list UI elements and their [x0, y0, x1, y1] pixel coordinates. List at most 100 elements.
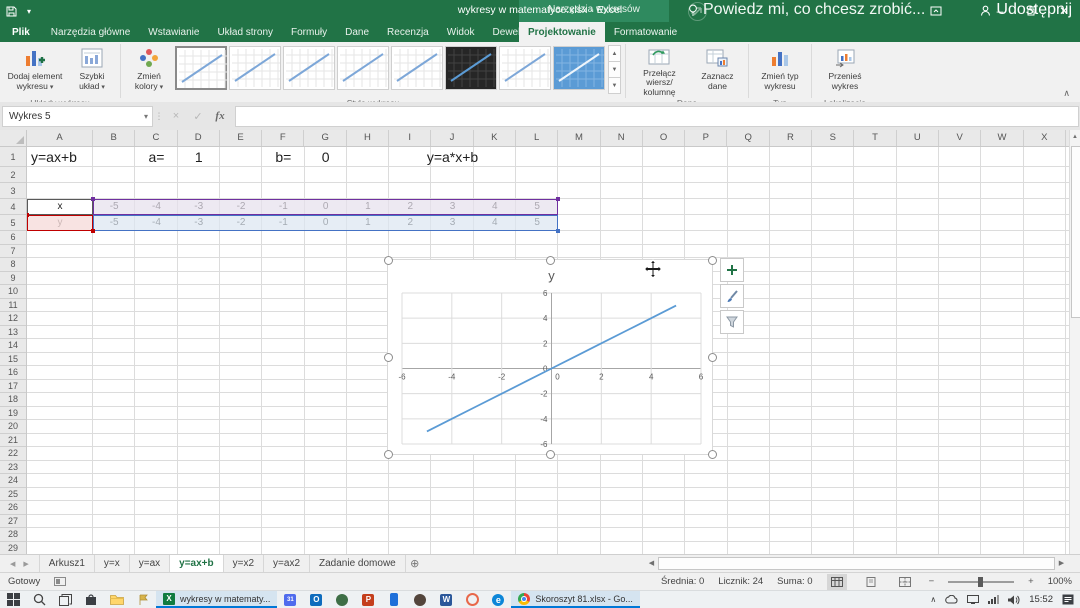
zoom-in-button[interactable]: + [1028, 576, 1034, 587]
chart-style-thumbnail-6[interactable] [445, 46, 497, 90]
onedrive-cloud-icon[interactable] [945, 595, 958, 604]
sheet-nav-right-icon[interactable]: ▶ [23, 560, 28, 568]
cell-A1[interactable]: y=ax+b [31, 148, 77, 166]
tab-projektowanie[interactable]: Projektowanie [519, 22, 605, 42]
chart-selection-handle[interactable] [708, 450, 717, 459]
column-header-N[interactable]: N [601, 130, 643, 146]
sheet-tab-y-ax2[interactable]: y=ax2 [264, 555, 310, 572]
range-handle[interactable] [27, 213, 29, 217]
scroll-right-icon[interactable]: ▶ [1055, 559, 1068, 567]
chart-elements-button[interactable] [720, 258, 744, 282]
sticky-notes-icon[interactable]: 31 [277, 591, 303, 608]
gallery-down-button[interactable]: ▼ [608, 61, 621, 78]
sheet-nav-left-icon[interactable]: ◀ [10, 560, 15, 568]
column-header-D[interactable]: D [178, 130, 220, 146]
select-data-button[interactable]: Zaznacz dane [691, 45, 744, 97]
name-box-caret-icon[interactable]: ▾ [144, 112, 148, 121]
chart-style-thumbnail-8[interactable] [553, 46, 605, 90]
chart-style-thumbnail-4[interactable] [337, 46, 389, 90]
row-header-12[interactable]: 12 [0, 312, 26, 326]
sheet-tab-y-ax-b[interactable]: y=ax+b [170, 555, 223, 572]
gallery-more-button[interactable]: ▼ [608, 77, 621, 94]
column-headers[interactable]: ABCDEFGHIJKLMNOPQRSTUVWX [27, 130, 1069, 147]
search-icon[interactable] [26, 591, 52, 608]
column-header-P[interactable]: P [685, 130, 727, 146]
chart-selection-handle[interactable] [384, 256, 393, 265]
chart-style-thumbnail-2[interactable] [229, 46, 281, 90]
sheet-tab-y-x2[interactable]: y=x2 [224, 555, 264, 572]
normal-view-button[interactable] [827, 574, 847, 590]
range-handle[interactable] [91, 229, 95, 233]
row-header-19[interactable]: 19 [0, 407, 26, 421]
row-header-29[interactable]: 29 [0, 542, 26, 555]
chart-filters-button[interactable] [720, 310, 744, 334]
name-box[interactable]: Wykres 5 ▾ [2, 106, 153, 127]
page-layout-view-button[interactable] [861, 574, 881, 590]
tab-widok[interactable]: Widok [438, 22, 484, 42]
chart-style-thumbnail-1[interactable] [175, 46, 227, 90]
column-header-S[interactable]: S [812, 130, 854, 146]
outlook-icon[interactable]: O [303, 591, 329, 608]
switch-row-column-button[interactable]: Przełącz wiersz/ kolumnę [630, 45, 689, 97]
column-header-C[interactable]: C [135, 130, 177, 146]
column-header-X[interactable]: X [1024, 130, 1066, 146]
sheet-nav[interactable]: ◀ ▶ [0, 555, 39, 572]
horizontal-scroll-thumb[interactable] [658, 557, 1055, 570]
pinned-app-icon[interactable] [130, 591, 156, 608]
chart-object[interactable]: -6-4-20246-6-4-20246y [387, 259, 713, 455]
column-header-M[interactable]: M [558, 130, 600, 146]
column-header-G[interactable]: G [305, 130, 347, 146]
row-header-15[interactable]: 15 [0, 353, 26, 367]
row-header-20[interactable]: 20 [0, 420, 26, 434]
row-headers[interactable]: 1234567891011121314151617181920212223242… [0, 147, 27, 554]
cell-J1[interactable]: y=a*x+b [401, 148, 503, 166]
column-header-F[interactable]: F [262, 130, 304, 146]
chart-style-thumbnail-3[interactable] [283, 46, 335, 90]
chart-selection-handle[interactable] [708, 256, 717, 265]
formula-input[interactable] [235, 106, 1079, 127]
taskbar-window-excel[interactable]: X wykresy w matematy... [156, 591, 277, 608]
row-header-14[interactable]: 14 [0, 339, 26, 353]
tab-narzędzia-główne[interactable]: Narzędzia główne [42, 22, 140, 42]
hidden-icons-chevron[interactable]: ∧ [930, 595, 936, 604]
volume-icon[interactable] [1008, 595, 1020, 605]
file-explorer-icon[interactable] [104, 591, 130, 608]
row-header-11[interactable]: 11 [0, 299, 26, 313]
row-header-4[interactable]: 4 [0, 199, 26, 215]
sheet-tab-arkusz1[interactable]: Arkusz1 [39, 555, 95, 572]
row-header-28[interactable]: 28 [0, 528, 26, 542]
display-icon[interactable] [967, 595, 979, 604]
column-header-V[interactable]: V [939, 130, 981, 146]
cell-grid[interactable]: -6-4-20246-6-4-20246y y=ax+ba=1b=0y=a*x+… [27, 147, 1069, 554]
row-header-9[interactable]: 9 [0, 272, 26, 286]
scroll-up-icon[interactable]: ▲ [1070, 130, 1080, 144]
sheet-tab-y-ax[interactable]: y=ax [130, 555, 170, 572]
row-header-10[interactable]: 10 [0, 285, 26, 299]
chart-style-thumbnail-7[interactable] [499, 46, 551, 90]
column-header-Q[interactable]: Q [728, 130, 770, 146]
app-icon-orange[interactable] [459, 591, 485, 608]
row-header-22[interactable]: 22 [0, 447, 26, 461]
row-header-27[interactable]: 27 [0, 515, 26, 529]
row-header-1[interactable]: 1 [0, 147, 26, 167]
row-header-17[interactable]: 17 [0, 380, 26, 394]
column-header-T[interactable]: T [854, 130, 896, 146]
app-icon-dark[interactable] [407, 591, 433, 608]
add-chart-element-button[interactable]: Dodaj element wykresu [4, 45, 66, 97]
column-header-O[interactable]: O [643, 130, 685, 146]
horizontal-scrollbar[interactable]: ◀ ▶ [645, 556, 1068, 570]
tab-formuły[interactable]: Formuły [282, 22, 336, 42]
tab-formatowanie[interactable]: Formatowanie [605, 22, 686, 42]
change-colors-button[interactable]: Zmień kolory [125, 45, 173, 97]
powerpoint-icon[interactable]: P [355, 591, 381, 608]
column-header-U[interactable]: U [897, 130, 939, 146]
zoom-slider[interactable] [948, 581, 1014, 583]
column-header-W[interactable]: W [981, 130, 1023, 146]
change-chart-type-button[interactable]: Zmień typ wykresu [753, 45, 807, 97]
select-all-corner[interactable] [0, 130, 27, 147]
tell-me-box[interactable]: Powiedz mi, co chcesz zrobić... [688, 0, 925, 20]
tab-układ-strony[interactable]: Układ strony [208, 22, 282, 42]
collapse-ribbon-icon[interactable]: ∧ [1063, 88, 1070, 99]
range-handle[interactable] [556, 197, 560, 201]
word-icon[interactable]: W [433, 591, 459, 608]
